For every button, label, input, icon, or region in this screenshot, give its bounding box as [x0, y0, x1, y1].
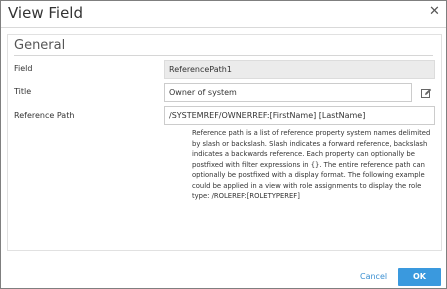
ok-button[interactable]: OK — [398, 268, 441, 286]
title-label: Title — [14, 87, 32, 96]
cancel-button[interactable]: Cancel — [360, 272, 387, 281]
dialog-title: View Field — [8, 4, 83, 22]
field-label: Field — [14, 64, 33, 73]
reference-path-input[interactable]: /SYSTEMREF/OWNERREF:[FirstName] [LastNam… — [164, 106, 435, 125]
edit-icon[interactable] — [421, 88, 432, 99]
reference-path-help-text: Reference path is a list of reference pr… — [192, 129, 431, 200]
close-icon[interactable]: ✕ — [429, 5, 440, 19]
section-title: General — [14, 38, 66, 53]
title-input[interactable]: Owner of system — [164, 83, 412, 102]
section-divider — [14, 55, 433, 56]
reference-path-label: Reference Path — [14, 111, 75, 120]
view-field-dialog: View Field ✕ General Field ReferencePath… — [0, 0, 447, 289]
title-divider — [1, 27, 446, 28]
field-name-input: ReferencePath1 — [164, 60, 435, 79]
